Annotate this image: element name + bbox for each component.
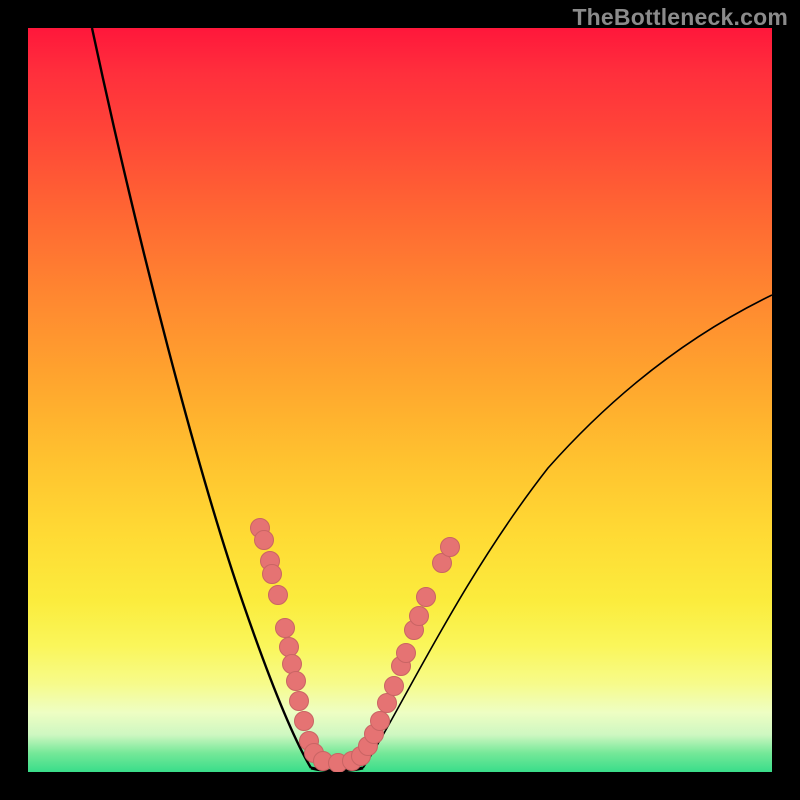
- watermark-text: TheBottleneck.com: [572, 4, 788, 31]
- bottleneck-curve: [28, 28, 772, 772]
- data-marker: [441, 538, 460, 557]
- data-marker: [280, 638, 299, 657]
- data-marker: [276, 619, 295, 638]
- data-marker: [263, 565, 282, 584]
- data-marker: [371, 712, 390, 731]
- data-marker: [417, 588, 436, 607]
- data-marker: [385, 677, 404, 696]
- data-marker: [287, 672, 306, 691]
- data-marker: [290, 692, 309, 711]
- chart-plot-area: [28, 28, 772, 772]
- data-marker: [283, 655, 302, 674]
- data-marker: [295, 712, 314, 731]
- data-marker: [255, 531, 274, 550]
- data-marker: [378, 694, 397, 713]
- curve-left-branch: [92, 28, 311, 768]
- curve-right-branch: [363, 295, 772, 768]
- data-marker: [269, 586, 288, 605]
- data-marker: [410, 607, 429, 626]
- data-marker: [397, 644, 416, 663]
- marker-group: [251, 519, 460, 773]
